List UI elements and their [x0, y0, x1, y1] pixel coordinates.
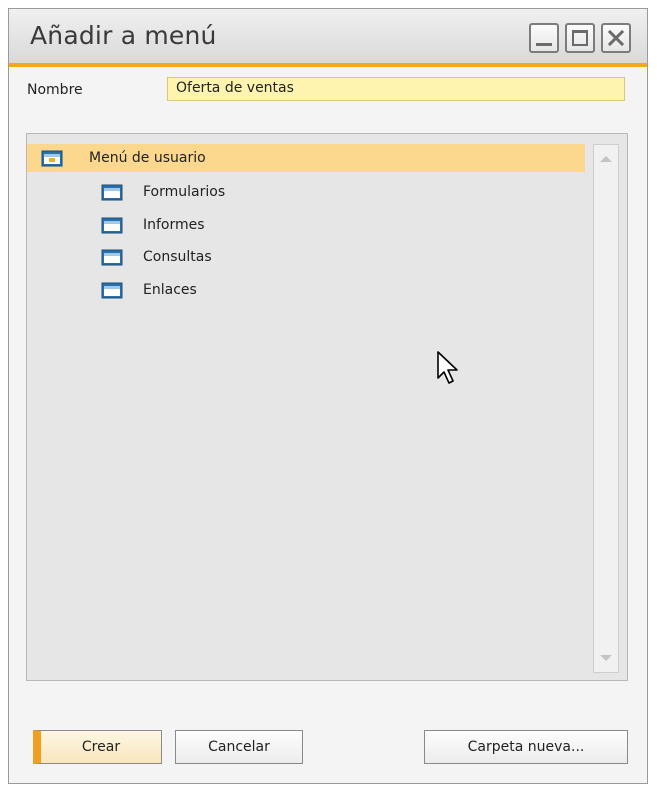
folder-icon: [101, 216, 123, 234]
cancel-button[interactable]: Cancelar: [175, 730, 303, 764]
tree-item-root[interactable]: Menú de usuario: [27, 144, 585, 172]
title-bar[interactable]: Añadir a menú: [9, 9, 647, 67]
tree-item-label: Menú de usuario: [89, 150, 206, 166]
vertical-scrollbar[interactable]: [593, 144, 619, 673]
close-button[interactable]: [601, 23, 631, 53]
tree-item-consultas[interactable]: Consultas: [101, 243, 212, 271]
close-icon: [607, 29, 625, 47]
folder-icon: [101, 248, 123, 266]
scroll-down-button[interactable]: [594, 646, 618, 670]
create-button[interactable]: Crear: [33, 730, 162, 764]
tree-item-label: Informes: [143, 217, 205, 233]
tree-item-label: Enlaces: [143, 282, 197, 298]
chevron-up-icon: [600, 156, 612, 162]
window-title: Añadir a menú: [30, 21, 217, 50]
tree-item-label: Consultas: [143, 249, 212, 265]
tree-item-label: Formularios: [143, 184, 226, 200]
menu-tree[interactable]: Menú de usuario Formularios Informes Con…: [26, 133, 628, 681]
maximize-button[interactable]: [565, 23, 595, 53]
scroll-up-button[interactable]: [594, 147, 618, 171]
folder-icon: [101, 281, 123, 299]
name-input[interactable]: Oferta de ventas: [167, 77, 625, 101]
new-folder-button[interactable]: Carpeta nueva...: [424, 730, 628, 764]
folder-icon: [101, 183, 123, 201]
minimize-button[interactable]: [529, 23, 559, 53]
mouse-cursor-icon: [437, 351, 458, 384]
tree-item-informes[interactable]: Informes: [101, 211, 205, 239]
name-label: Nombre: [27, 82, 83, 98]
tree-item-formularios[interactable]: Formularios: [101, 178, 225, 206]
folder-open-icon: [41, 149, 63, 167]
chevron-down-icon: [600, 655, 612, 661]
tree-item-enlaces[interactable]: Enlaces: [101, 276, 197, 304]
